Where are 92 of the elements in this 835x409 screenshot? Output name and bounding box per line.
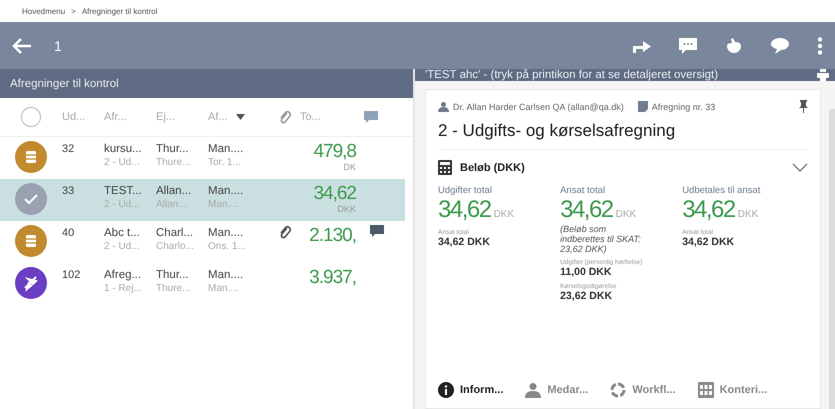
scrollbar[interactable] (829, 109, 835, 409)
currency: DKK (337, 204, 356, 214)
total-amount: 34,62 (560, 196, 613, 224)
person-name: Dr. Allan Harder Carlsen QA (allan@qa.dk) (453, 102, 624, 112)
table-cell-text: TEST... (104, 184, 143, 198)
tab[interactable]: Workfl... (610, 382, 676, 398)
table-cell-text: 32 (62, 142, 76, 155)
sort-caret-icon (236, 114, 245, 120)
table-cell-text: Ons. 1... (208, 240, 247, 254)
check-avatar-icon (15, 183, 47, 215)
table-cell-text: Thure... (156, 156, 192, 170)
table-cell-text: Man.... (208, 282, 240, 296)
table-cell-text: Thur... (156, 142, 190, 156)
table-cell-text: 40 (62, 226, 76, 239)
column-header[interactable]: Af... (208, 111, 245, 123)
breadcrumb-item: Hovedmenu (22, 6, 66, 16)
total-amount: 34,62 (682, 196, 735, 224)
list-row[interactable]: 32 kursu... 2 - Ud... Thur... Thure... Man.... Tor. 1... 479,8 DK (0, 137, 413, 179)
column-header[interactable]: Ej... (156, 111, 175, 123)
comment-icon[interactable] (679, 38, 697, 54)
table-cell-text: Allan... (156, 184, 192, 198)
table-cell-text: Tor. 1... (208, 156, 242, 170)
table-cell-text: Thur... (156, 268, 190, 282)
table-cell-text: Charlo... (156, 240, 195, 254)
column-header[interactable]: Afr... (104, 111, 127, 123)
paperclip-icon (279, 110, 291, 124)
panel-title: Afregninger til kontrol (10, 78, 119, 90)
table-cell-text: Afreg... (104, 268, 142, 282)
section-title: Beløb (DKK) (460, 162, 525, 174)
table-cell-text: Thure... (156, 282, 192, 296)
info-icon (438, 382, 454, 398)
speech-bubble-icon[interactable] (771, 38, 789, 54)
calculator-icon (438, 160, 452, 175)
grid-icon (698, 382, 714, 398)
comment-icon (364, 111, 378, 123)
back-arrow-icon[interactable] (12, 36, 32, 54)
table-cell-text: Man.... (208, 226, 244, 240)
table-cell-text: 2 - Ud... (104, 156, 141, 170)
forward-arrow-icon[interactable] (633, 38, 651, 52)
person-icon (525, 382, 542, 398)
receipt-avatar-icon (15, 225, 47, 257)
amount: 3.937, (309, 267, 356, 288)
select-all-checkbox[interactable] (21, 107, 41, 127)
table-cell-text: 102 (62, 268, 82, 281)
total-amount: 34,62 (438, 196, 491, 224)
tab[interactable]: Inform... (438, 382, 504, 398)
total-label: Udgifter total (438, 185, 493, 196)
person-icon (438, 102, 449, 112)
cycle-icon (610, 382, 626, 398)
table-cell-text: 33 (62, 184, 76, 197)
currency: DKK (738, 209, 758, 220)
breadcrumb-item: Afregninger til kontrol (82, 6, 158, 16)
total-label: Udbetales til ansat (682, 185, 762, 196)
detail-value: 23,62 DKK (560, 290, 614, 302)
tab[interactable]: Medar... (525, 382, 588, 398)
column-header[interactable]: Ud... (62, 111, 86, 123)
table-cell-text: 1 - Rej... (104, 282, 143, 296)
printer-icon[interactable] (817, 69, 829, 81)
comment-icon (370, 225, 384, 237)
list-row[interactable]: 102 Afreg... 1 - Rej... Thur... Thure... Man.... Man.... 3.937, (0, 263, 413, 305)
detail-value: 34,62 DKK (438, 236, 491, 248)
column-header[interactable]: To... (300, 111, 321, 123)
tab[interactable]: Konteri... (698, 382, 768, 398)
table-cell-text: kursu... (104, 142, 143, 156)
more-icon[interactable] (817, 36, 823, 54)
breadcrumb-item: > (71, 6, 76, 16)
tax-note: (Beløb som indberettes til SKAT: 23,62 DKK) (560, 224, 642, 254)
list-row[interactable]: 40 Abc t... 2 - Ud... Charl... Charlo... Man.... Ons. 1... 2.130, (0, 221, 413, 263)
record-count: 1 (54, 38, 62, 54)
document-number: Afregning nr. 33 (652, 102, 716, 112)
currency: DKK (616, 209, 636, 220)
total-label: Ansat total (560, 185, 606, 196)
detail-value: 34,62 DKK (682, 236, 736, 248)
receipt-avatar-icon (15, 141, 47, 173)
currency: DKK (494, 209, 514, 220)
detail-value: 11,00 DKK (560, 266, 612, 278)
currency: DK (343, 162, 356, 172)
chevron-icon[interactable] (792, 163, 808, 172)
panel-title: 'TEST ahc' - (tryk på printikon for at se detaljeret oversigt) (425, 69, 718, 81)
table-cell-text: Abc t... (104, 226, 141, 240)
paperclip-icon (279, 225, 291, 239)
document-icon (638, 101, 648, 112)
table-cell-text: Man.... (208, 268, 244, 282)
amount: 479,8 (313, 141, 356, 162)
amount: 2.130, (309, 225, 356, 246)
table-cell-text: Man.... (208, 184, 244, 198)
table-cell-text: 2 - Ud... (104, 240, 141, 254)
table-cell-text: Man.... (208, 142, 244, 156)
pin-icon[interactable] (799, 100, 808, 113)
document-heading: 2 - Udgifts- og kørselsafregning (438, 121, 808, 150)
amount: 34,62 (313, 183, 356, 204)
table-cell-text: Charl... (156, 226, 194, 240)
